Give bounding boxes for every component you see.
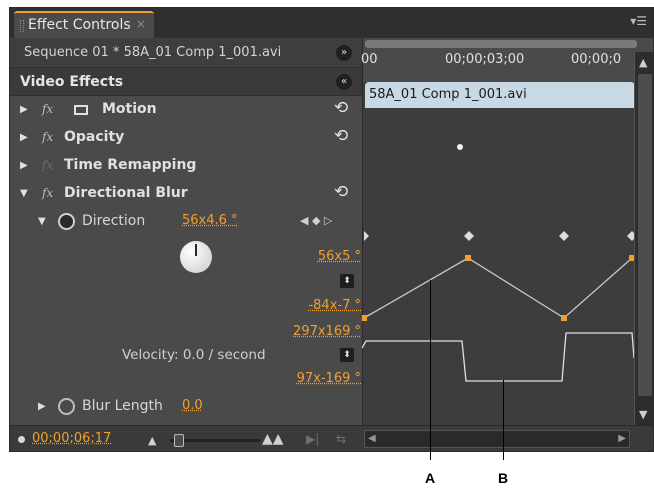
scroll-right-icon[interactable]: ▶ [618,433,626,444]
collapse-triangle-icon[interactable]: ▼ [38,216,46,227]
blur-length-value[interactable]: 0.0 [182,398,203,413]
panel-menu-icon[interactable]: ▾☰ [630,14,647,28]
value-graph-line[interactable] [363,257,633,319]
zoom-in-icon[interactable]: ▲▲ [262,431,284,447]
effect-list: Sequence 01 * 58A_01 Comp 1_001.avi » Vi… [10,38,362,425]
close-icon[interactable]: × [136,17,146,31]
velocity-graph-line[interactable] [362,332,634,382]
keyframe-marker[interactable] [464,231,474,241]
scroll-thumb[interactable] [638,74,652,396]
horizontal-scrollbar[interactable]: ◀ ▶ [364,430,630,448]
effect-controls-tab[interactable]: Effect Controls × [14,11,154,38]
velocity-scale-icon[interactable]: ⬍ [340,348,354,362]
scroll-down-icon[interactable]: ▼ [639,408,647,421]
value-graph-min[interactable]: -84x-7 ° [308,298,361,313]
zoom-slider-handle[interactable] [174,434,184,447]
expand-triangle-icon[interactable]: ▶ [20,160,28,171]
keyframe-graph[interactable] [362,38,634,425]
loop-icon[interactable]: ⇆ [336,432,346,446]
value-graph-max[interactable]: 56x5 ° [318,249,361,264]
collapse-triangle-icon[interactable]: ▼ [20,188,28,199]
show-hide-timeline-button[interactable]: » [336,45,352,61]
velocity-graph-max[interactable]: 297x169 ° [293,324,361,339]
reset-icon[interactable]: ⟲ [334,126,348,146]
zoom-out-icon[interactable]: ▲ [148,434,156,447]
sequence-clip-name: Sequence 01 * 58A_01 Comp 1_001.avi [24,45,282,60]
effect-row-directional-blur[interactable]: ▼ fx Directional Blur ⟲ [10,180,362,208]
property-name: Direction [82,213,146,229]
velocity-readout: Velocity: 0.0 / second [122,347,266,363]
property-row-blur-length[interactable]: ▶ Blur Length 0.0 [10,393,362,421]
value-graph-point[interactable] [561,315,567,321]
value-graph-point[interactable] [362,315,367,321]
effect-name: Time Remapping [64,157,197,173]
effect-row-motion[interactable]: ▶ fx Motion ⟲ [10,96,362,124]
fx-toggle-icon[interactable]: fx [42,186,53,200]
effect-name: Motion [102,101,157,117]
callout-line-b [503,380,504,460]
effect-row-opacity[interactable]: ▶ fx Opacity ⟲ [10,124,362,152]
stopwatch-icon[interactable] [58,213,75,230]
expand-triangle-icon[interactable]: ▶ [38,401,46,412]
video-effects-label: Video Effects [20,74,124,90]
callout-label-a: A [425,470,436,486]
tab-title: Effect Controls [28,17,131,33]
video-effects-header: Video Effects « [10,68,362,96]
reset-icon[interactable]: ⟲ [334,98,348,118]
collapse-effects-button[interactable]: « [336,74,352,90]
fx-toggle-icon[interactable]: fx [42,130,53,144]
keyframe-navigator[interactable]: ◀ ◆ ▷ [300,214,332,227]
panel-tab-bar: Effect Controls × ▾☰ [10,8,653,38]
value-graph-point[interactable] [465,255,471,261]
property-name: Blur Length [82,398,163,414]
effect-name: Directional Blur [64,185,188,201]
playhead-dot-icon [18,436,25,443]
expand-triangle-icon[interactable]: ▶ [20,132,28,143]
motion-transform-icon[interactable] [74,105,88,115]
reset-icon[interactable]: ⟲ [334,182,348,202]
fx-toggle-icon[interactable]: fx [42,102,53,116]
graph-scale-icon[interactable]: ⬍ [340,274,354,288]
property-row-direction[interactable]: ▼ Direction 56x4.6 ° ◀ ◆ ▷ [10,208,362,236]
sequence-row: Sequence 01 * 58A_01 Comp 1_001.avi » [10,38,362,68]
play-audio-icon[interactable]: ▶| [306,432,319,446]
keyframe-marker[interactable] [364,231,369,241]
vertical-scrollbar[interactable]: ▲ ▼ [634,52,653,425]
velocity-graph-min[interactable]: 97x-169 ° [297,371,361,386]
bottom-bar: 00;00;06;17 ▲ ▲▲ ▶| ⇆ ◀ ▶ [10,425,653,451]
opacity-keyframe[interactable] [457,144,463,150]
keyframe-marker[interactable] [627,231,634,241]
current-timecode[interactable]: 00;00;06;17 [32,431,111,446]
angle-dial[interactable] [180,241,212,273]
fx-toggle-icon: fx [42,158,54,172]
callout-line-a [430,280,431,460]
scroll-up-icon[interactable]: ▲ [639,56,647,69]
effect-row-time-remapping[interactable]: ▶ fx Time Remapping [10,152,362,180]
expand-triangle-icon[interactable]: ▶ [20,104,28,115]
direction-value[interactable]: 56x4.6 ° [182,213,238,228]
keyframe-marker[interactable] [559,231,569,241]
grip-icon[interactable] [20,20,24,32]
effect-name: Opacity [64,129,125,145]
callout-label-b: B [498,470,509,486]
stopwatch-icon[interactable] [58,398,75,415]
scroll-left-icon[interactable]: ◀ [368,433,376,444]
effect-controls-panel: Effect Controls × ▾☰ Sequence 01 * 58A_0… [9,7,654,452]
